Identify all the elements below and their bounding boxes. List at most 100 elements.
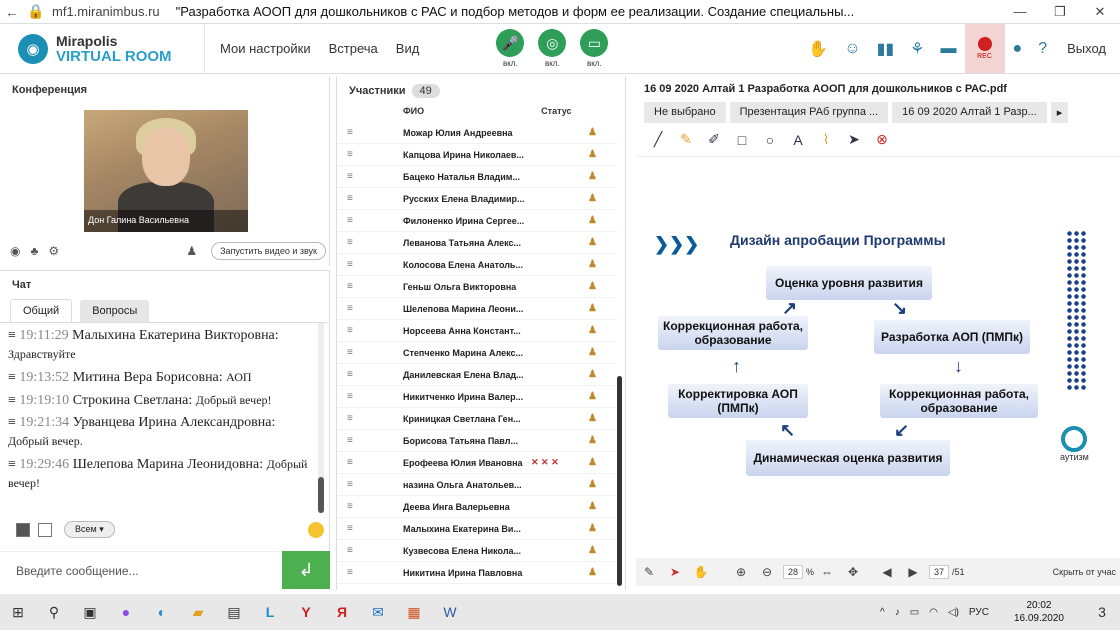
drag-handle-icon[interactable]: ≡ — [347, 413, 361, 424]
tab-questions[interactable]: Вопросы — [80, 300, 150, 322]
app-l-icon[interactable]: L — [252, 594, 288, 630]
pen-icon[interactable]: ╱ — [644, 131, 672, 148]
participant-row[interactable]: ≡ Колосова Елена Анатоль... ♟ — [337, 254, 617, 276]
hand-tool-icon[interactable]: ✋ — [688, 565, 714, 579]
participant-row[interactable]: ≡ Малыхина Екатерина Ви... ♟ — [337, 518, 617, 540]
doc-tabs-next-icon[interactable]: ▸ — [1050, 102, 1069, 123]
col-name[interactable]: ФИО — [403, 106, 424, 118]
back-icon[interactable]: ← — [0, 4, 24, 20]
stats-icon[interactable]: ▮▮ — [877, 39, 895, 59]
col-status[interactable]: Статус — [541, 106, 571, 118]
flag-icon[interactable]: ● — [1013, 40, 1023, 58]
maximize-icon[interactable]: ❐ — [1040, 4, 1080, 20]
page-field[interactable]: 37 — [929, 565, 950, 579]
next-page-icon[interactable]: ▶ — [900, 565, 926, 579]
participant-row[interactable]: ≡ Русских Елена Владимир... ♟ — [337, 188, 617, 210]
drag-handle-icon[interactable]: ≡ — [347, 127, 361, 138]
explorer-icon[interactable]: ▰ — [180, 594, 216, 630]
yandex-browser-icon[interactable]: Y — [288, 594, 324, 630]
fit-width-icon[interactable]: ⇔ — [814, 565, 840, 579]
drag-handle-icon[interactable]: ≡ — [347, 215, 361, 226]
participant-row[interactable]: ≡ Деева Инга Валерьевна ♟ — [337, 496, 617, 518]
participant-row[interactable]: ≡ Филоненко Ирина Сергее... ♟ — [337, 210, 617, 232]
drag-handle-icon[interactable]: ≡ — [347, 435, 361, 446]
powerpoint-icon[interactable]: ▦ — [396, 594, 432, 630]
screen-button[interactable]: ▭ вкл. — [580, 29, 609, 68]
alice-icon[interactable]: ● — [108, 594, 144, 630]
drag-handle-icon[interactable]: ≡ — [347, 479, 361, 490]
task-view-icon[interactable]: ▣ — [72, 594, 108, 630]
participant-row[interactable]: ≡ Степченко Марина Алекс... ♟ — [337, 342, 617, 364]
store-icon[interactable]: ▤ — [216, 594, 252, 630]
chat-scroll-thumb[interactable] — [318, 477, 324, 513]
zoom-out-icon[interactable]: ⊖ — [754, 565, 780, 579]
menu-meeting[interactable]: Встреча — [329, 41, 378, 56]
participant-row[interactable]: ≡ Капцова Ирина Николаев... ♟ — [337, 144, 617, 166]
text-color-icon[interactable] — [16, 522, 30, 537]
drag-handle-icon[interactable]: ≡ — [347, 171, 361, 182]
bg-color-icon[interactable] — [38, 522, 52, 537]
minimize-icon[interactable]: — — [1000, 4, 1040, 20]
mail-icon[interactable]: ✉ — [360, 594, 396, 630]
participant-row[interactable]: ≡ Кузвесова Елена Никола... ♟ — [337, 540, 617, 562]
drag-handle-icon[interactable]: ≡ — [347, 281, 361, 292]
video-feed[interactable]: Дон Галина Васильевна — [84, 110, 248, 232]
participant-row[interactable]: ≡ Бацеко Наталья Владим... ♟ — [337, 166, 617, 188]
participant-row[interactable]: ≡ Борисова Татьяна Павл... ♟ — [337, 430, 617, 452]
record-button[interactable]: REC — [964, 24, 1005, 73]
word-icon[interactable]: W — [432, 594, 468, 630]
participant-row[interactable]: ≡ Криницкая Светлана Ген... ♟ — [337, 408, 617, 430]
start-video-dropdown[interactable]: Запустить видео и звук — [211, 242, 326, 260]
drag-handle-icon[interactable]: ≡ — [347, 523, 361, 534]
notification-icon[interactable]: 3 — [1084, 594, 1120, 630]
drag-handle-icon[interactable]: ≡ — [347, 545, 361, 556]
edge-icon[interactable]: ◐ — [144, 594, 180, 630]
chat-scrollbar[interactable] — [318, 323, 324, 513]
participant-row[interactable]: ≡ Ерофеева Юлия Ивановна ✕ ✕ ✕ ♟ — [337, 452, 617, 474]
participant-row[interactable]: ≡ Данилевская Елена Влад... ♟ — [337, 364, 617, 386]
clear-icon[interactable]: ⊗ — [868, 131, 896, 148]
participant-row[interactable]: ≡ Никитченко Ирина Валер... ♟ — [337, 386, 617, 408]
network-icon[interactable]: ⚘ — [910, 39, 924, 59]
doc-tab-current[interactable]: 16 09 2020 Алтай 1 Разр... — [892, 102, 1047, 123]
drag-handle-icon[interactable]: ≡ — [347, 391, 361, 402]
zoom-field[interactable]: 28 — [783, 565, 804, 579]
battery-icon[interactable]: ▭ — [910, 607, 919, 618]
recipient-dropdown[interactable]: Всем ▾ — [64, 521, 115, 538]
circle-icon[interactable]: ○ — [756, 132, 784, 148]
drag-handle-icon[interactable]: ≡ — [347, 567, 361, 578]
emoji-picker-icon[interactable] — [308, 521, 324, 538]
participant-row[interactable]: ≡ Леванова Татьяна Алекс... ♟ — [337, 232, 617, 254]
mic-button[interactable]: 🎤 вкл. — [496, 29, 525, 68]
drag-handle-icon[interactable]: ≡ — [347, 259, 361, 270]
drag-handle-icon[interactable]: ≡ — [347, 501, 361, 512]
fill-icon[interactable]: ⌇ — [812, 131, 840, 148]
close-icon[interactable]: ✕ — [1080, 4, 1120, 20]
doc-tab-none[interactable]: Не выбрано — [644, 102, 726, 123]
webcam-icon[interactable]: ◉ — [10, 244, 20, 258]
doc-tab-presentation[interactable]: Презентация РАб группа ... — [729, 102, 889, 123]
participant-row[interactable]: ≡ назина Ольга Анатольев... ♟ — [337, 474, 617, 496]
zoom-in-icon[interactable]: ⊕ — [728, 565, 754, 579]
clock[interactable]: 20:02 16.09.2020 — [1014, 599, 1064, 625]
drag-handle-icon[interactable]: ≡ — [347, 457, 361, 468]
emoji-icon[interactable]: ☺ — [844, 40, 860, 58]
menu-view[interactable]: Вид — [396, 41, 420, 56]
url-text[interactable]: mf1.miranimbus.ru — [52, 4, 160, 19]
eraser-icon[interactable]: ✐ — [700, 131, 728, 148]
participant-row[interactable]: ≡ Геньш Ольга Викторовна ♟ — [337, 276, 617, 298]
participant-row[interactable]: ≡ Можар Юлия Андреевна ♟ — [337, 122, 617, 144]
network-tray-icon[interactable]: ◠ — [929, 607, 938, 618]
language-indicator[interactable]: РУС — [969, 607, 989, 618]
laser-icon[interactable]: ➤ — [662, 565, 688, 579]
rectangle-icon[interactable]: □ — [728, 132, 756, 148]
participant-row[interactable]: ≡ Никитина Ирина Павловна ♟ — [337, 562, 617, 584]
hand-icon[interactable]: ✋ — [808, 39, 828, 59]
help-icon[interactable]: ? — [1038, 40, 1047, 58]
tray-chevron-icon[interactable]: ^ — [880, 607, 885, 618]
participant-row[interactable]: ≡ Норсеева Анна Констант... ♟ — [337, 320, 617, 342]
highlighter-icon[interactable]: ✎ — [672, 131, 700, 148]
text-icon[interactable]: A — [784, 132, 812, 148]
draw-icon[interactable]: ✎ — [636, 565, 662, 579]
camera-button[interactable]: ◎ вкл. — [538, 29, 567, 68]
